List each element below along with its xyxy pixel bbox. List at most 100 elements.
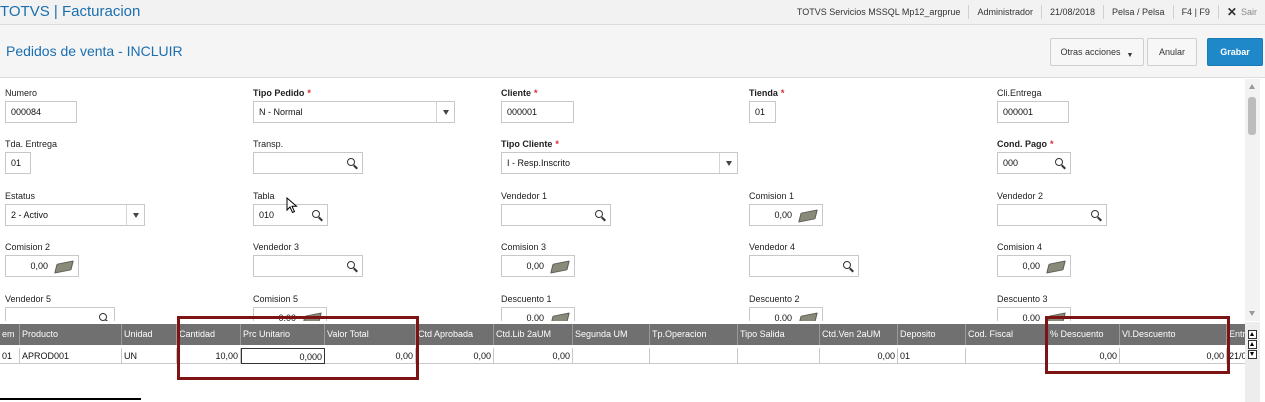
other-actions-button[interactable]: Otras acciones ▼ <box>1050 38 1144 66</box>
exit-button[interactable]: ✕ Sair <box>1217 5 1265 19</box>
vendedor-4-input[interactable] <box>749 255 859 277</box>
scroll-thumb[interactable] <box>1248 97 1256 135</box>
cell-producto[interactable]: APROD001 <box>20 348 122 364</box>
col-header-deposito[interactable]: Deposito <box>898 324 966 345</box>
estatus-label: Estatus <box>5 191 36 201</box>
cell-ctd-aprobada[interactable]: 0,00 <box>416 348 494 364</box>
col-header-tp-operacion[interactable]: Tp.Operacion <box>650 324 738 345</box>
cell-segunda-um[interactable] <box>573 348 650 364</box>
cond-pago-label: Cond. Pago * <box>997 139 1054 149</box>
transp-input[interactable] <box>253 152 363 174</box>
estatus-select[interactable]: 2 - Activo <box>5 204 145 226</box>
cliente-label: Cliente * <box>501 88 538 98</box>
grid-scrollbar <box>1245 322 1260 402</box>
numero-label: Numero <box>5 88 38 98</box>
vendedor-1-input[interactable] <box>501 204 611 226</box>
cell-unidad[interactable]: UN <box>122 348 177 364</box>
cancel-button[interactable]: Anular <box>1147 38 1197 66</box>
field-descuento-2: Descuento 2 0,00 <box>749 293 823 321</box>
tipo-cliente-select[interactable]: I - Resp.Inscrito <box>501 152 738 174</box>
col-header-ctd-ven-2aum[interactable]: Ctd.Ven 2aUM <box>820 324 898 345</box>
calculator-icon[interactable] <box>798 209 818 223</box>
cell-tipo-salida[interactable] <box>738 348 820 364</box>
vendedor-4-label: Vendedor 4 <box>749 242 796 252</box>
page-title: Pedidos de venta - INCLUIR <box>6 43 183 59</box>
col-header-ctd-aprobada[interactable]: Ctd Aprobada <box>416 324 494 345</box>
shortcut-keys-label[interactable]: F4 | F9 <box>1172 5 1218 19</box>
cli-entrega-label: Cli.Entrega <box>997 88 1042 98</box>
search-icon[interactable] <box>1055 158 1063 166</box>
vendedor-3-label: Vendedor 3 <box>253 242 300 252</box>
comision-1-label: Comision 1 <box>749 191 795 201</box>
cell-cod-fiscal[interactable] <box>966 348 1048 364</box>
vendedor-3-input[interactable] <box>253 255 363 277</box>
user-label: Administrador <box>968 5 1041 19</box>
cli-entrega-input[interactable]: 000001 <box>997 101 1069 123</box>
comision-4-input[interactable]: 0,00 <box>997 255 1071 277</box>
other-actions-label: Otras acciones <box>1060 47 1121 57</box>
branch-label[interactable]: Pelsa / Pelsa <box>1103 5 1173 19</box>
search-icon[interactable] <box>99 313 107 321</box>
calculator-icon[interactable] <box>550 260 570 274</box>
cliente-input[interactable]: 000001 <box>501 101 574 123</box>
search-icon[interactable] <box>843 261 851 269</box>
field-comision-1: Comision 1 0,00 <box>749 190 823 226</box>
field-cli-entrega: Cli.Entrega 000001 <box>997 87 1069 123</box>
col-header-cod-fiscal[interactable]: Cod. Fiscal <box>966 324 1048 345</box>
col-header-item[interactable]: em <box>0 324 20 345</box>
mouse-cursor-icon <box>286 197 298 214</box>
save-button[interactable]: Grabar <box>1207 38 1263 66</box>
calculator-icon[interactable] <box>1046 260 1066 274</box>
field-vendedor-5: Vendedor 5 <box>5 293 115 321</box>
comision-2-input[interactable]: 0,00 <box>5 255 79 277</box>
descuento-2-label: Descuento 2 <box>749 294 800 304</box>
cell-tp-operacion[interactable] <box>650 348 738 364</box>
vendedor-2-input[interactable] <box>997 204 1107 226</box>
calculator-icon[interactable] <box>550 312 570 321</box>
scroll-up-icon[interactable] <box>1248 340 1257 349</box>
form-scrollbar[interactable] <box>1245 79 1260 321</box>
comision-3-input[interactable]: 0,00 <box>501 255 575 277</box>
field-comision-2: Comision 2 0,00 <box>5 241 79 277</box>
tienda-input[interactable]: 01 <box>749 101 776 123</box>
col-header-tipo-salida[interactable]: Tipo Salida <box>738 324 820 345</box>
col-header-ctd-lib-2aum[interactable]: Ctd.Lib 2aUM <box>494 324 573 345</box>
caret-down-icon <box>443 110 449 115</box>
field-tda-entrega: Tda. Entrega 01 <box>5 138 57 174</box>
transp-label: Transp. <box>253 139 284 149</box>
comision-1-input[interactable]: 0,00 <box>749 204 823 226</box>
search-icon[interactable] <box>347 158 355 166</box>
scroll-down-icon[interactable] <box>1249 311 1255 316</box>
cell-item[interactable]: 01 <box>0 348 20 364</box>
search-icon[interactable] <box>595 210 603 218</box>
descuento-3-label: Descuento 3 <box>997 294 1048 304</box>
app-title: TOTVS | Facturacion <box>0 3 141 20</box>
col-header-segunda-um[interactable]: Segunda UM <box>573 324 650 345</box>
cell-deposito[interactable]: 01 <box>898 348 966 364</box>
tda-entrega-input[interactable]: 01 <box>5 152 31 174</box>
descuento-2-input[interactable]: 0,00 <box>749 307 823 321</box>
cond-pago-input[interactable]: 000 <box>997 152 1071 174</box>
tipo-pedido-select[interactable]: N - Normal <box>253 101 455 123</box>
cell-ctd-ven-2aum[interactable]: 0,00 <box>820 348 898 364</box>
search-icon[interactable] <box>312 210 320 218</box>
numero-input[interactable]: 000084 <box>5 101 77 123</box>
search-icon[interactable] <box>1091 210 1099 218</box>
comision-5-label: Comision 5 <box>253 294 299 304</box>
col-header-unidad[interactable]: Unidad <box>122 324 177 345</box>
col-header-producto[interactable]: Producto <box>20 324 122 345</box>
field-tienda: Tienda * 01 <box>749 87 784 123</box>
cell-ctd-lib-2aum[interactable]: 0,00 <box>494 348 573 364</box>
descuento-1-input[interactable]: 0,00 <box>501 307 575 321</box>
scroll-top-icon[interactable] <box>1248 330 1257 339</box>
calculator-icon[interactable] <box>798 312 818 321</box>
field-vendedor-1: Vendedor 1 <box>501 190 611 226</box>
scroll-up-icon[interactable] <box>1249 84 1255 89</box>
caret-down-icon: ▼ <box>1126 51 1134 59</box>
scroll-down-icon[interactable] <box>1248 350 1257 359</box>
calculator-icon[interactable] <box>54 260 74 274</box>
vendedor-5-input[interactable] <box>5 307 115 321</box>
field-tipo-cliente: Tipo Cliente * I - Resp.Inscrito <box>501 138 738 174</box>
search-icon[interactable] <box>347 261 355 269</box>
comision-3-label: Comision 3 <box>501 242 547 252</box>
